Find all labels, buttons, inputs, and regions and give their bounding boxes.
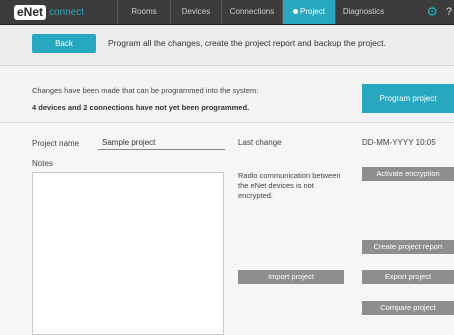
notes-textarea[interactable] [32,172,224,335]
project-name-input[interactable]: Sample project [98,136,225,150]
gear-icon[interactable]: ⚙ [426,4,438,20]
tab-project-label: Project [300,7,325,16]
tab-connections[interactable]: Connections [221,0,282,24]
program-project-button[interactable]: Program project [362,84,454,113]
notes-label: Notes [32,159,53,168]
tab-devices[interactable]: Devices [170,0,221,24]
notice-text: Changes have been made that can be progr… [32,86,259,95]
active-tab-dot-icon [293,9,299,15]
tab-rooms-label: Rooms [131,7,157,16]
compare-project-button[interactable]: Compare project [362,301,454,315]
last-change-label: Last change [238,138,282,147]
tab-diagnostics-label: Diagnostics [342,7,385,16]
logo-text: eNet [14,5,47,20]
tab-connections-label: Connections [229,7,275,16]
tab-devices-label: Devices [181,7,211,16]
last-change-value: DD-MM-YYYY 10:05 [362,138,436,147]
project-subheader: Back Program all the changes, create the… [0,25,454,66]
enet-connect-logo: eNet connect [14,4,84,21]
back-button[interactable]: Back [32,34,96,53]
tab-project[interactable]: Project [282,0,335,24]
project-name-label: Project name [32,139,80,148]
top-navigation-bar: eNet connect Rooms Devices Connections P… [0,0,454,25]
page-description: Program all the changes, create the proj… [108,38,386,48]
import-project-button[interactable]: Import project [238,270,344,284]
activate-encryption-button[interactable]: Activate encryption [362,167,454,181]
help-icon[interactable]: ? [446,4,452,20]
logo-suffix: connect [49,7,85,18]
export-project-button[interactable]: Export project [362,270,454,284]
create-project-report-button[interactable]: Create project report [362,240,454,254]
tab-rooms[interactable]: Rooms [117,0,170,24]
tab-diagnostics[interactable]: Diagnostics [335,0,391,24]
encryption-status-text: Radio communication between the eNet dev… [238,171,341,200]
notice-summary: 4 devices and 2 connections have not yet… [32,103,250,112]
